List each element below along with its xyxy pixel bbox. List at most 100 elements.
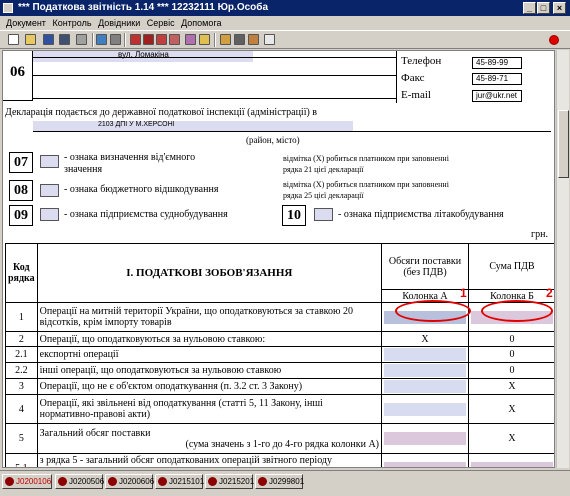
row-4-col-a-cell[interactable] [381, 394, 469, 424]
row-text: Операції, що оподатковуються за нульовою… [36, 331, 383, 347]
transfer-icon[interactable] [96, 34, 107, 45]
row-2-col-a: X [381, 331, 469, 347]
phone-field[interactable]: 45-89-99 [472, 57, 522, 69]
tab-j0200106[interactable]: J0200106 [2, 474, 52, 489]
info-icon[interactable] [264, 34, 275, 45]
menu-directories[interactable]: Довідники [98, 18, 140, 28]
tab-j0215201[interactable]: J0215201 [205, 474, 254, 489]
fax-field[interactable]: 45-89-71 [472, 73, 522, 85]
table-row: 5 Загальний обсяг поставки (сума значень… [5, 423, 554, 454]
row-code: 1 [5, 302, 38, 332]
table-row: 2.2 інші операції, що оподатковуються за… [5, 362, 554, 379]
app-icon [3, 3, 13, 13]
flag-09-checkbox[interactable] [40, 208, 59, 221]
flag-10-number: 10 [282, 205, 306, 226]
highlight-ellipse-2 [481, 300, 553, 322]
tab-j0200506[interactable]: J0200506 [55, 474, 104, 489]
inspection-field[interactable]: 2103 ДПІ У М.ХЕРСОНІ [33, 121, 353, 131]
row-06-number: 06 [3, 51, 33, 101]
page-options-icon[interactable] [169, 34, 180, 45]
save-all-icon[interactable] [59, 34, 70, 45]
window-title: *** Податкова звітність 1.14 *** 1223211… [18, 2, 269, 13]
form-icon [108, 477, 117, 486]
form-icon [5, 477, 14, 486]
tools-icon[interactable] [248, 34, 259, 45]
marker-1: 1 [460, 286, 467, 300]
row-2-1-col-a-cell[interactable] [381, 346, 469, 363]
row-3-col-a-cell[interactable] [381, 378, 469, 395]
row-5-1-col-a-cell[interactable] [381, 453, 469, 467]
flag-08-label: - ознака бюджетного відшкодування [64, 184, 219, 195]
vertical-scrollbar[interactable] [556, 50, 569, 468]
stop-icon[interactable] [549, 35, 559, 45]
new-document-icon[interactable] [8, 34, 19, 45]
row-text: Операції, які звільнені від оподаткуванн… [36, 394, 383, 424]
row-code: 2 [5, 331, 38, 347]
move-page-icon[interactable] [156, 34, 167, 45]
maximize-button[interactable]: □ [537, 2, 550, 14]
email-field[interactable]: jur@ukr.net [472, 90, 522, 102]
copy-icon[interactable] [110, 34, 121, 45]
row-code: 5 [5, 423, 38, 454]
flag-07-label: - ознака визначення від'ємного значення [64, 152, 196, 175]
flag-07-note: відмітка (Х) робиться платником при запо… [283, 154, 449, 174]
scrollbar-thumb[interactable] [558, 110, 569, 178]
flag-07-checkbox[interactable] [40, 155, 59, 168]
district-hint: (район, місто) [246, 135, 300, 145]
minimize-button[interactable]: _ [523, 2, 536, 14]
tab-j0299801[interactable]: J0299801 [255, 474, 304, 489]
fax-label: Факс [401, 72, 425, 84]
menu-help[interactable]: Допомога [181, 18, 221, 28]
print-icon[interactable] [76, 34, 87, 45]
document-icon[interactable] [199, 34, 210, 45]
row-5-text: Загальний обсяг поставки [39, 427, 151, 439]
row-2-2-col-a-cell[interactable] [381, 362, 469, 379]
marker-2: 2 [546, 286, 553, 300]
row-text: Операції, що не є об'єктом оподаткування… [36, 378, 383, 395]
open-folder-icon[interactable] [25, 34, 36, 45]
row-4-col-b: X [468, 394, 554, 424]
tab-j0215101[interactable]: J0215101 [155, 474, 204, 489]
email-label: E-mail [401, 89, 431, 101]
table-row: 3 Операції, що не є об'єктом оподаткуван… [5, 378, 554, 395]
menu-control[interactable]: Контроль [52, 18, 91, 28]
tax-liabilities-table: Код рядка І. ПОДАТКОВІ ЗОБОВ'ЯЗАННЯ Обся… [5, 243, 554, 467]
edit-icon[interactable] [185, 34, 196, 45]
row-5-col-a-cell[interactable] [381, 423, 469, 454]
flag-08-checkbox[interactable] [40, 184, 59, 197]
highlight-ellipse-1 [395, 300, 471, 322]
row-3-col-b: X [468, 378, 554, 395]
save-icon[interactable] [43, 34, 54, 45]
delete-page-icon[interactable] [143, 34, 154, 45]
table-row: 4 Операції, які звільнені від оподаткува… [5, 394, 554, 424]
archive-icon[interactable] [220, 34, 231, 45]
add-page-icon[interactable] [130, 34, 141, 45]
form-tabs: J0200106 J0200506 J0200606 J0215101 J021… [0, 470, 570, 496]
col-a-header: Обсяги поставки (без ПДВ) [381, 243, 469, 290]
flag-08-number: 08 [9, 180, 33, 201]
row-code: 3 [5, 378, 38, 395]
flag-10-label: - ознака підприємства літакобудування [338, 209, 504, 220]
row-2-col-b: 0 [468, 331, 554, 347]
tab-j0200606[interactable]: J0200606 [105, 474, 154, 489]
menu-bar: Документ Контроль Довідники Сервіс Допом… [0, 16, 570, 30]
grid-icon[interactable] [234, 34, 245, 45]
street-field[interactable]: вул. Ломакіна [33, 51, 253, 62]
row-code: 4 [5, 394, 38, 424]
menu-service[interactable]: Сервіс [147, 18, 175, 28]
table-row: 1 Операції на митній території України, … [5, 302, 554, 332]
row-text: з рядка 5 - загальний обсяг оподатковани… [36, 453, 383, 467]
form-icon [258, 477, 267, 486]
row-code: 2.1 [5, 346, 38, 363]
close-button[interactable]: × [553, 2, 566, 14]
form-icon [208, 477, 217, 486]
menu-document[interactable]: Документ [6, 18, 46, 28]
col-b-header: Сума ПДВ [468, 243, 554, 290]
row-text: експортні операції [36, 346, 383, 363]
row-5-1-col-b-cell[interactable] [468, 453, 554, 467]
flag-10-checkbox[interactable] [314, 208, 333, 221]
section-header: І. ПОДАТКОВІ ЗОБОВ'ЯЗАННЯ [36, 243, 383, 303]
toolbar [0, 30, 570, 49]
row-2-1-col-b: 0 [468, 346, 554, 363]
flag-07-number: 07 [9, 152, 33, 173]
